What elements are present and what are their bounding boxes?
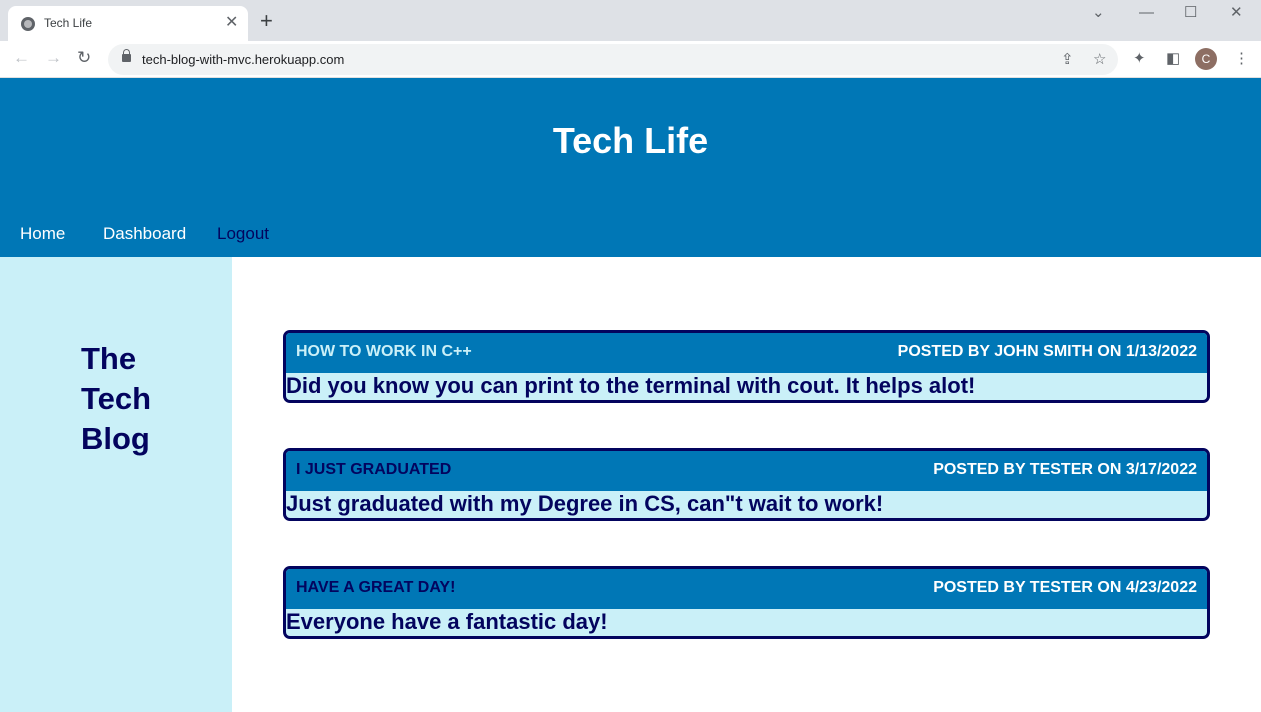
post-card[interactable]: HOW TO WORK IN C++ POSTED BY JOHN SMITH …	[283, 330, 1210, 403]
post-title[interactable]: HOW TO WORK IN C++	[296, 343, 472, 361]
browser-toolbar: ← → ↻ tech-blog-with-mvc.herokuapp.com ⇪…	[0, 41, 1261, 78]
post-body: Just graduated with my Degree in CS, can…	[286, 491, 884, 516]
post-header: HAVE A GREAT DAY! POSTED BY TESTER ON 4/…	[286, 569, 1207, 609]
share-icon[interactable]: ⇪	[1061, 50, 1074, 68]
post-meta: POSTED BY JOHN SMITH ON 1/13/2022	[897, 343, 1197, 360]
site-header: Tech Life Home Dashboard Logout	[0, 78, 1261, 257]
profile-avatar[interactable]: C	[1195, 48, 1217, 70]
maximize-icon[interactable]: ☐	[1184, 4, 1197, 22]
post-title[interactable]: I JUST GRADUATED	[296, 461, 451, 479]
sidebar-title-line: Tech	[81, 381, 152, 416]
nav-home-link[interactable]: Home	[20, 224, 65, 244]
reload-icon[interactable]: ↻	[77, 48, 91, 68]
post-meta: POSTED BY TESTER ON 3/17/2022	[933, 461, 1197, 478]
globe-icon	[21, 17, 35, 31]
sidebar-title-line: Blog	[81, 421, 150, 456]
minimize-icon[interactable]: —	[1139, 4, 1154, 22]
browser-tab[interactable]: Tech Life ✕	[8, 6, 248, 41]
post-body: Everyone have a fantastic day!	[286, 609, 608, 634]
address-bar[interactable]: tech-blog-with-mvc.herokuapp.com ⇪ ☆	[108, 44, 1118, 75]
post-title[interactable]: HAVE A GREAT DAY!	[296, 579, 455, 597]
post-body: Did you know you can print to the termin…	[286, 373, 976, 398]
new-tab-icon[interactable]: +	[260, 10, 273, 32]
post-header: HOW TO WORK IN C++ POSTED BY JOHN SMITH …	[286, 333, 1207, 373]
nav-logout-link[interactable]: Logout	[217, 224, 269, 244]
close-tab-icon[interactable]: ✕	[225, 14, 238, 32]
tab-search-icon[interactable]: ⌄	[1092, 4, 1105, 22]
post-card[interactable]: HAVE A GREAT DAY! POSTED BY TESTER ON 4/…	[283, 566, 1210, 639]
extensions-icon[interactable]: ✦	[1133, 49, 1146, 67]
browser-tab-bar: Tech Life ✕ + ⌄ — ☐ ✕	[0, 0, 1261, 41]
tab-title: Tech Life	[44, 16, 93, 30]
menu-kebab-icon[interactable]: ⋮	[1234, 49, 1249, 67]
post-meta: POSTED BY TESTER ON 4/23/2022	[933, 579, 1197, 596]
close-window-icon[interactable]: ✕	[1230, 4, 1243, 22]
back-arrow-icon[interactable]: ←	[13, 48, 30, 68]
side-panel-icon[interactable]: ◧	[1166, 49, 1180, 67]
lock-icon	[122, 49, 131, 62]
forward-arrow-icon[interactable]: →	[45, 48, 62, 68]
bookmark-star-icon[interactable]: ☆	[1093, 50, 1106, 68]
url-text[interactable]: tech-blog-with-mvc.herokuapp.com	[142, 52, 344, 67]
sidebar-title: The Tech Blog	[81, 339, 151, 459]
sidebar: The Tech Blog	[0, 257, 232, 712]
nav-dashboard-link[interactable]: Dashboard	[103, 224, 186, 244]
site-title: Tech Life	[552, 120, 709, 161]
post-card[interactable]: I JUST GRADUATED POSTED BY TESTER ON 3/1…	[283, 448, 1210, 521]
sidebar-title-line: The	[81, 341, 137, 376]
post-header: I JUST GRADUATED POSTED BY TESTER ON 3/1…	[286, 451, 1207, 491]
